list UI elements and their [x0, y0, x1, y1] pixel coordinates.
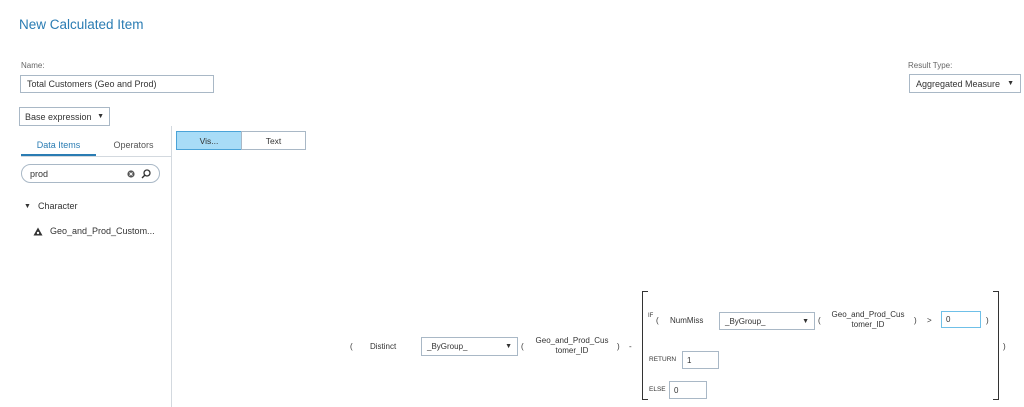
return-keyword: RETURN — [649, 356, 677, 363]
left-bracket — [642, 291, 648, 400]
caret-down-icon: ▼ — [24, 202, 31, 210]
close-paren: ) — [986, 316, 989, 325]
tree-item-geo-prod-customer[interactable]: Geo_and_Prod_Custom... — [33, 226, 155, 236]
open-paren: ( — [656, 316, 659, 325]
search-input[interactable]: prod — [21, 164, 160, 183]
result-type-select[interactable]: Aggregated Measure ▼ — [909, 74, 1021, 93]
right-bracket — [993, 291, 999, 400]
close-paren: ) — [914, 316, 917, 325]
nummiss-operator[interactable]: NumMiss — [670, 316, 703, 325]
close-paren: ) — [617, 342, 620, 351]
else-keyword: ELSE — [649, 386, 666, 393]
bygroup-select-2-value: _ByGroup_ — [725, 316, 766, 326]
field-geo-prod-customer-2[interactable]: Geo_and_Prod_Cus tomer_ID — [824, 310, 912, 330]
return-value-input[interactable]: 1 — [682, 351, 719, 369]
chevron-down-icon: ▼ — [505, 343, 512, 350]
else-value: 0 — [674, 385, 679, 395]
open-paren: ( — [521, 342, 524, 351]
text-editor-toggle[interactable]: Text — [241, 131, 306, 150]
if-keyword: IF — [648, 313, 654, 319]
result-type-label: Result Type: — [908, 61, 953, 70]
close-paren: ) — [1003, 342, 1006, 351]
compare-value-input[interactable]: 0 — [941, 311, 981, 328]
greater-than-operator[interactable]: > — [927, 316, 932, 325]
tree-item-label: Geo_and_Prod_Custom... — [50, 226, 155, 236]
field-name-line: Geo_and_Prod_Cus — [535, 336, 609, 345]
field-geo-prod-customer-1[interactable]: Geo_and_Prod_Cus tomer_ID — [528, 336, 616, 356]
name-input[interactable]: Total Customers (Geo and Prod) — [20, 75, 214, 93]
field-name-line: tomer_ID — [851, 320, 885, 329]
field-name-line: tomer_ID — [555, 346, 589, 355]
search-icon[interactable] — [141, 168, 151, 179]
field-name-line: Geo_and_Prod_Cus — [831, 310, 905, 319]
base-expression-value: Base expression — [25, 111, 92, 122]
chevron-down-icon: ▼ — [802, 317, 809, 325]
tree-group-label: Character — [37, 201, 78, 211]
name-label: Name: — [21, 61, 45, 70]
return-value: 1 — [687, 355, 692, 365]
clear-icon[interactable] — [127, 169, 135, 178]
panel-divider — [171, 126, 172, 407]
open-paren: ( — [818, 316, 821, 325]
name-input-value: Total Customers (Geo and Prod) — [27, 79, 157, 89]
bygroup-select-1[interactable]: _ByGroup_ ▼ — [421, 337, 518, 356]
open-paren: ( — [350, 342, 353, 351]
tab-operators[interactable]: Operators — [96, 136, 171, 154]
base-expression-select[interactable]: Base expression ▼ — [19, 107, 110, 126]
bygroup-select-2[interactable]: _ByGroup_ ▼ — [719, 312, 815, 330]
distinct-operator[interactable]: Distinct — [370, 342, 396, 351]
tab-data-items[interactable]: Data Items — [21, 136, 96, 156]
compare-value: 0 — [946, 315, 951, 324]
result-type-value: Aggregated Measure — [916, 78, 1001, 89]
tree-group-character[interactable]: ▼ Character — [24, 201, 77, 211]
dialog-title: New Calculated Item — [19, 17, 144, 32]
else-value-input[interactable]: 0 — [669, 381, 707, 399]
visual-editor-toggle[interactable]: Vis... — [176, 131, 242, 150]
chevron-down-icon: ▼ — [1007, 80, 1014, 87]
category-data-item-icon — [33, 227, 43, 235]
tab-divider — [21, 156, 171, 157]
minus-operator[interactable]: - — [629, 342, 632, 351]
bygroup-select-1-value: _ByGroup_ — [427, 342, 468, 351]
search-input-value: prod — [30, 168, 49, 179]
chevron-down-icon: ▼ — [97, 113, 104, 120]
